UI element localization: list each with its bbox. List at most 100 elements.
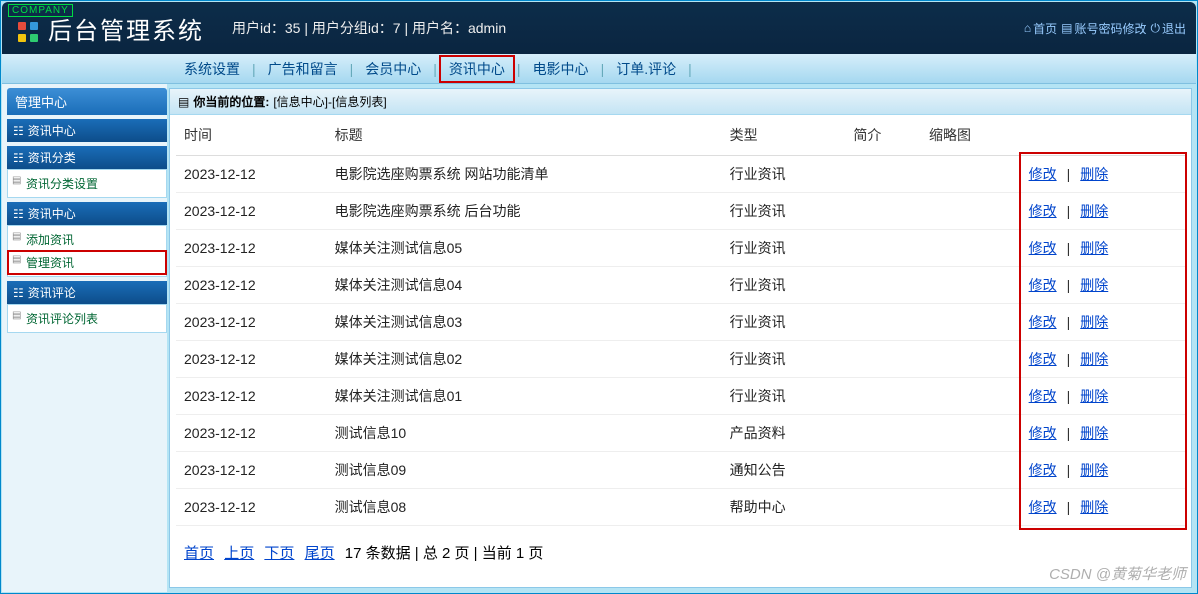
header-links: ⌂首页 ▤账号密码修改 ⏻退出 [1024,20,1186,37]
sidebar-section-head[interactable]: ☷资讯中心 [7,202,167,225]
edit-link[interactable]: 修改 [1029,277,1057,293]
delete-link[interactable]: 删除 [1080,277,1108,293]
user-info: 用户id：35 | 用户分组id：7 | 用户名：admin [232,18,506,38]
sidebar-section-head[interactable]: ☷资讯分类 [7,146,167,169]
edit-link[interactable]: 修改 [1029,462,1057,478]
table-cell-time: 2023-12-12 [176,415,327,452]
table-cell-thumb [921,378,1021,415]
topnav-item[interactable]: 电影中心 [525,57,597,81]
topnav-item[interactable]: 系统设置 [176,57,248,81]
table-cell-intro [845,341,921,378]
table-cell-intro [845,378,921,415]
table-cell-type: 产品资料 [722,415,846,452]
table-header: 缩略图 [921,115,1021,156]
table-cell-time: 2023-12-12 [176,267,327,304]
table-row: 2023-12-12媒体关注测试信息01行业资讯修改|删除 [176,378,1185,415]
table-cell-actions: 修改|删除 [1021,341,1185,378]
topnav-item[interactable]: 订单.评论 [608,57,684,81]
edit-link[interactable]: 修改 [1029,425,1057,441]
edit-link[interactable]: 修改 [1029,499,1057,515]
delete-link[interactable]: 删除 [1080,462,1108,478]
table-cell-title: 媒体关注测试信息02 [327,341,722,378]
table-cell-type: 行业资讯 [722,156,846,193]
list-icon: ☷ [13,207,24,221]
separator: | [517,61,521,77]
separator: | [1067,166,1071,182]
pager-info: 17 条数据 | 总 2 页 | 当前 1 页 [345,545,544,562]
pager-prev[interactable]: 上页 [224,545,254,562]
table-cell-thumb [921,489,1021,526]
table-cell-type: 行业资讯 [722,267,846,304]
table-row: 2023-12-12媒体关注测试信息02行业资讯修改|删除 [176,341,1185,378]
delete-link[interactable]: 删除 [1080,499,1108,515]
power-icon: ⏻ [1150,21,1160,36]
sidebar-section-head[interactable]: ☷资讯中心 [7,119,167,142]
pager-next[interactable]: 下页 [264,545,294,562]
table-cell-intro [845,230,921,267]
edit-link[interactable]: 修改 [1029,351,1057,367]
pager-first[interactable]: 首页 [184,545,214,562]
table-row: 2023-12-12媒体关注测试信息05行业资讯修改|删除 [176,230,1185,267]
delete-link[interactable]: 删除 [1080,240,1108,256]
table-cell-thumb [921,304,1021,341]
sidebar-list: 资讯分类设置 [7,169,167,198]
edit-link[interactable]: 修改 [1029,166,1057,182]
delete-link[interactable]: 删除 [1080,388,1108,404]
password-link[interactable]: ▤账号密码修改 [1061,20,1146,37]
list-icon: ☷ [13,286,24,300]
table-row: 2023-12-12测试信息10产品资料修改|删除 [176,415,1185,452]
delete-link[interactable]: 删除 [1080,314,1108,330]
separator: | [1067,203,1071,219]
sidebar-section-head[interactable]: ☷资讯评论 [7,281,167,304]
delete-link[interactable]: 删除 [1080,203,1108,219]
table-cell-type: 行业资讯 [722,341,846,378]
sidebar-item[interactable]: 添加资讯 [8,228,166,251]
sidebar-item[interactable]: 资讯评论列表 [8,307,166,330]
table-cell-actions: 修改|删除 [1021,304,1185,341]
table-row: 2023-12-12媒体关注测试信息04行业资讯修改|删除 [176,267,1185,304]
sidebar-list: 资讯评论列表 [7,304,167,333]
table-cell-title: 测试信息09 [327,452,722,489]
edit-link[interactable]: 修改 [1029,388,1057,404]
separator: | [252,61,256,77]
table-cell-type: 行业资讯 [722,378,846,415]
table-cell-time: 2023-12-12 [176,452,327,489]
table-wrap: 时间标题类型简介缩略图 2023-12-12电影院选座购票系统 网站功能清单行业… [170,115,1191,587]
table-cell-title: 媒体关注测试信息01 [327,378,722,415]
table-cell-time: 2023-12-12 [176,230,327,267]
sidebar-item[interactable]: 管理资讯 [8,251,166,274]
edit-link[interactable]: 修改 [1029,240,1057,256]
doc-icon: ▤ [1061,21,1072,35]
table-cell-time: 2023-12-12 [176,489,327,526]
sidebar-item[interactable]: 资讯分类设置 [8,172,166,195]
table-row: 2023-12-12测试信息08帮助中心修改|删除 [176,489,1185,526]
edit-link[interactable]: 修改 [1029,314,1057,330]
sidebar: 管理中心 ☷资讯中心☷资讯分类资讯分类设置☷资讯中心添加资讯管理资讯☷资讯评论资… [2,84,167,592]
delete-link[interactable]: 删除 [1080,166,1108,182]
logout-link[interactable]: ⏻退出 [1150,20,1186,37]
table-cell-type: 帮助中心 [722,489,846,526]
delete-link[interactable]: 删除 [1080,425,1108,441]
topnav-item[interactable]: 会员中心 [357,57,429,81]
edit-link[interactable]: 修改 [1029,203,1057,219]
delete-link[interactable]: 删除 [1080,351,1108,367]
table-cell-thumb [921,415,1021,452]
sidebar-list: 添加资讯管理资讯 [7,225,167,277]
table-cell-actions: 修改 | 删除 [1021,156,1185,193]
company-tag: COMPANY [8,4,73,17]
topnav-item[interactable]: 资讯中心 [441,57,513,81]
separator: | [688,61,692,77]
topnav-item[interactable]: 广告和留言 [260,57,346,81]
table-cell-intro [845,452,921,489]
table-cell-actions: 修改|删除 [1021,452,1185,489]
table-cell-intro [845,489,921,526]
table-cell-actions: 修改|删除 [1021,378,1185,415]
separator: | [1067,499,1071,515]
separator: | [1067,240,1071,256]
table-header [1021,115,1185,156]
table-row: 2023-12-12电影院选座购票系统 网站功能清单行业资讯修改|删除 [176,156,1185,193]
logo-icon [16,20,40,44]
table-cell-time: 2023-12-12 [176,193,327,230]
pager-last[interactable]: 尾页 [305,545,335,562]
home-link[interactable]: ⌂首页 [1024,20,1057,37]
